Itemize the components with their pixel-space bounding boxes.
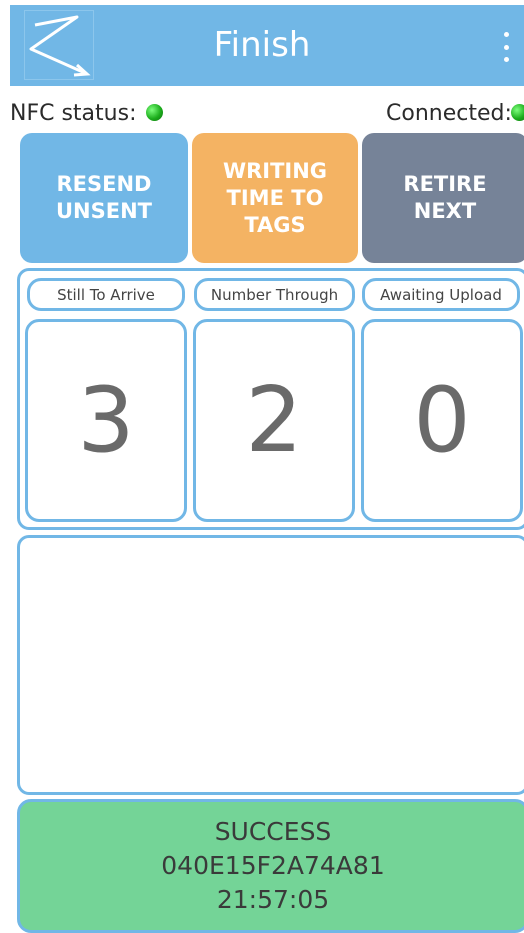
connected-indicator <box>511 104 524 121</box>
result-time: 21:57:05 <box>216 885 330 914</box>
nfc-status-indicator <box>146 104 163 121</box>
more-vert-icon[interactable] <box>496 28 516 66</box>
route-arrow-icon[interactable] <box>24 10 94 80</box>
awaiting-upload-count: 0 <box>361 319 523 522</box>
writing-time-to-tags-button[interactable]: WRITING TIME TO TAGS <box>192 133 358 263</box>
nfc-status-label: NFC status: <box>10 101 137 126</box>
still-to-arrive-count: 3 <box>25 319 187 522</box>
connected-label: Connected: <box>386 101 512 126</box>
result-status-panel: SUCCESS 040E15F2A74A81 21:57:05 <box>17 799 524 933</box>
number-through-label: Number Through <box>194 278 355 311</box>
number-through-count: 2 <box>193 319 355 522</box>
result-status-text: SUCCESS <box>214 817 332 846</box>
result-tag-id: 040E15F2A74A81 <box>161 851 385 880</box>
resend-unsent-button[interactable]: RESEND UNSENT <box>20 133 188 263</box>
retire-next-button[interactable]: RETIRE NEXT <box>362 133 524 263</box>
awaiting-upload-label: Awaiting Upload <box>362 278 520 311</box>
event-list-area[interactable] <box>17 535 524 795</box>
still-to-arrive-label: Still To Arrive <box>27 278 185 311</box>
